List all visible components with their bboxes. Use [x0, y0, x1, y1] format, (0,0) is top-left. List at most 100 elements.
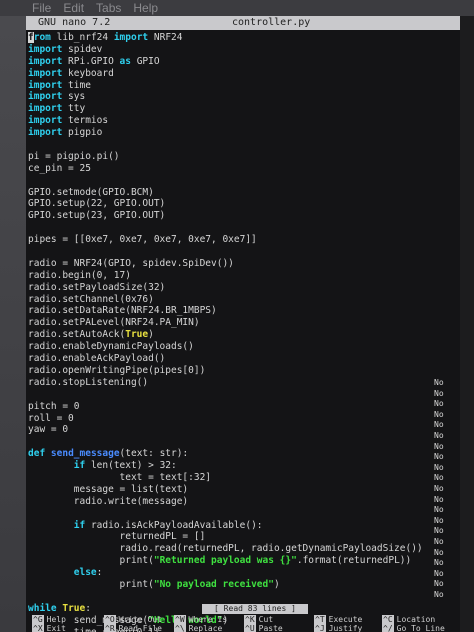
code-line[interactable]: ce_pin = 25 — [28, 163, 456, 175]
shortcut-read-file[interactable]: ^R Read File — [104, 624, 162, 632]
code-line[interactable]: import RPi.GPIO as GPIO — [28, 56, 456, 68]
code-line[interactable]: if len(text) > 32: — [28, 460, 456, 472]
shortcut-label: Go To Line — [396, 624, 445, 632]
code-editor[interactable]: from lib_nrf24 import NRF24 import spidev… — [28, 32, 456, 632]
code-line[interactable]: radio.write(message) — [28, 496, 456, 508]
code-line[interactable]: message = list(text) — [28, 484, 456, 496]
side-terminal-line: No — [434, 590, 444, 599]
code-token: (text: str): — [119, 448, 189, 460]
code-line[interactable]: pi = pigpio.pi() — [28, 151, 456, 163]
code-token: RPi.GPIO — [62, 55, 120, 67]
code-line[interactable] — [28, 436, 456, 448]
code-line[interactable] — [28, 246, 456, 258]
shortcut-execute[interactable]: ^T Execute — [314, 615, 362, 624]
code-token: radio = NRF24(GPIO, spidev.SpiDev()) — [28, 257, 234, 269]
code-token: len(text) > 32: — [85, 460, 177, 472]
shortcut-exit[interactable]: ^X Exit — [32, 624, 66, 632]
code-line[interactable]: from lib_nrf24 import NRF24 — [28, 32, 456, 44]
code-line[interactable]: radio.enableDynamicPayloads() — [28, 341, 456, 353]
shortcut-key: ^K — [244, 615, 256, 624]
shortcut-key: ^X — [32, 624, 44, 632]
code-line[interactable]: import pigpio — [28, 127, 456, 139]
side-terminal-line: No — [434, 441, 444, 451]
shortcut-cut[interactable]: ^K Cut — [244, 615, 273, 624]
menu-file[interactable]: File — [32, 0, 51, 16]
side-terminal-line: No — [434, 537, 444, 546]
code-line[interactable]: def send_message(text: str): — [28, 448, 456, 460]
menu-tabs[interactable]: Tabs — [96, 0, 121, 16]
code-line[interactable]: roll = 0 — [28, 413, 456, 425]
code-token: keyboard — [62, 67, 114, 79]
keyword-token: def — [28, 448, 46, 460]
code-line[interactable] — [28, 508, 456, 520]
code-line[interactable] — [28, 139, 456, 151]
code-line[interactable]: radio.enableAckPayload() — [28, 353, 456, 365]
shortcut-key: ^O — [104, 615, 116, 624]
boolean-token: True — [62, 602, 86, 614]
code-line[interactable]: GPIO.setup(23, GPIO.OUT) — [28, 210, 456, 222]
code-token: roll = 0 — [28, 412, 74, 424]
code-line[interactable]: radio.setDataRate(NRF24.BR_1MBPS) — [28, 305, 456, 317]
keyword-token: as — [119, 55, 131, 67]
code-line[interactable] — [28, 591, 456, 603]
code-line[interactable]: radio.setAutoAck(True) — [28, 329, 456, 341]
code-line[interactable]: yaw = 0 — [28, 424, 456, 436]
code-token: yaw = 0 — [28, 424, 69, 436]
code-line[interactable]: import sys — [28, 91, 456, 103]
shortcut-help[interactable]: ^G Help — [32, 615, 66, 624]
side-terminal-line: No — [434, 388, 444, 398]
code-line[interactable] — [28, 389, 456, 401]
code-line[interactable]: returnedPL = [] — [28, 531, 456, 543]
code-token: radio.setPayloadSize(32) — [28, 281, 166, 293]
keyword-token: import — [28, 79, 63, 91]
code-line[interactable]: radio.read(returnedPL, radio.getDynamicP… — [28, 543, 456, 555]
code-line[interactable] — [28, 175, 456, 187]
code-line[interactable]: radio.stopListening() — [28, 377, 456, 389]
code-line[interactable]: import time — [28, 80, 456, 92]
side-terminal-line: No — [434, 431, 444, 440]
code-line[interactable]: radio.setPALevel(NRF24.PA_MIN) — [28, 317, 456, 329]
side-terminal-line: No — [434, 547, 444, 557]
code-line[interactable] — [28, 222, 456, 234]
code-line[interactable]: radio.openWritingPipe(pipes[0]) — [28, 365, 456, 377]
code-line[interactable]: print("No payload received") — [28, 579, 456, 591]
code-line[interactable]: GPIO.setup(22, GPIO.OUT) — [28, 198, 456, 210]
code-line[interactable]: pitch = 0 — [28, 401, 456, 413]
code-line[interactable]: import keyboard — [28, 68, 456, 80]
code-line[interactable]: else: — [28, 567, 456, 579]
code-token: : — [96, 567, 103, 579]
code-line[interactable]: import termios — [28, 115, 456, 127]
code-line[interactable]: pipes = [[0xe7, 0xe7, 0xe7, 0xe7, 0xe7]] — [28, 234, 456, 246]
nano-app-name: GNU nano 7.2 — [38, 17, 111, 28]
shortcut-write-out[interactable]: ^O Write Out — [104, 615, 162, 624]
code-line[interactable]: text = text[:32] — [28, 472, 456, 484]
shortcut-where-is[interactable]: ^W Where Is — [174, 615, 228, 624]
code-token: radio.openWritingPipe(pipes[0]) — [28, 364, 206, 376]
nano-terminal[interactable]: GNU nano 7.2 controller.py from lib_nrf2… — [26, 16, 460, 632]
code-token: ce_pin = 25 — [28, 162, 91, 174]
shortcut-go-to-line[interactable]: ^/Go To Line — [382, 624, 445, 632]
shortcut-replace[interactable]: ^\ Replace — [174, 624, 222, 632]
keyword-token: import — [28, 55, 63, 67]
shortcut-location[interactable]: ^C Location — [382, 615, 435, 624]
menu-help[interactable]: Help — [133, 0, 158, 16]
shortcut-label: Paste — [258, 624, 283, 632]
code-line[interactable]: radio.begin(0, 17) — [28, 270, 456, 282]
shortcut-label: Write Out — [118, 615, 162, 624]
code-line[interactable]: import tty — [28, 103, 456, 115]
shortcut-paste[interactable]: ^U Paste — [244, 624, 283, 632]
code-token: radio.setPALevel(NRF24.PA_MIN) — [28, 317, 200, 329]
shortcut-justify[interactable]: ^J Justify — [314, 624, 362, 632]
code-line[interactable]: print("Returned payload was {}".format(r… — [28, 555, 456, 567]
code-line[interactable]: radio = NRF24(GPIO, spidev.SpiDev()) — [28, 258, 456, 270]
code-line[interactable]: GPIO.setmode(GPIO.BCM) — [28, 187, 456, 199]
side-terminal-line: No — [434, 399, 444, 409]
code-line[interactable]: if radio.isAckPayloadAvailable(): — [28, 520, 456, 532]
menu-edit[interactable]: Edit — [63, 0, 84, 16]
code-token: radio.enableAckPayload() — [28, 353, 166, 365]
code-token: radio.setDataRate(NRF24.BR_1MBPS) — [28, 305, 217, 317]
code-line[interactable]: radio.setChannel(0x76) — [28, 294, 456, 306]
code-line[interactable]: radio.setPayloadSize(32) — [28, 282, 456, 294]
shortcut-label: Where Is — [188, 615, 228, 624]
code-line[interactable]: import spidev — [28, 44, 456, 56]
